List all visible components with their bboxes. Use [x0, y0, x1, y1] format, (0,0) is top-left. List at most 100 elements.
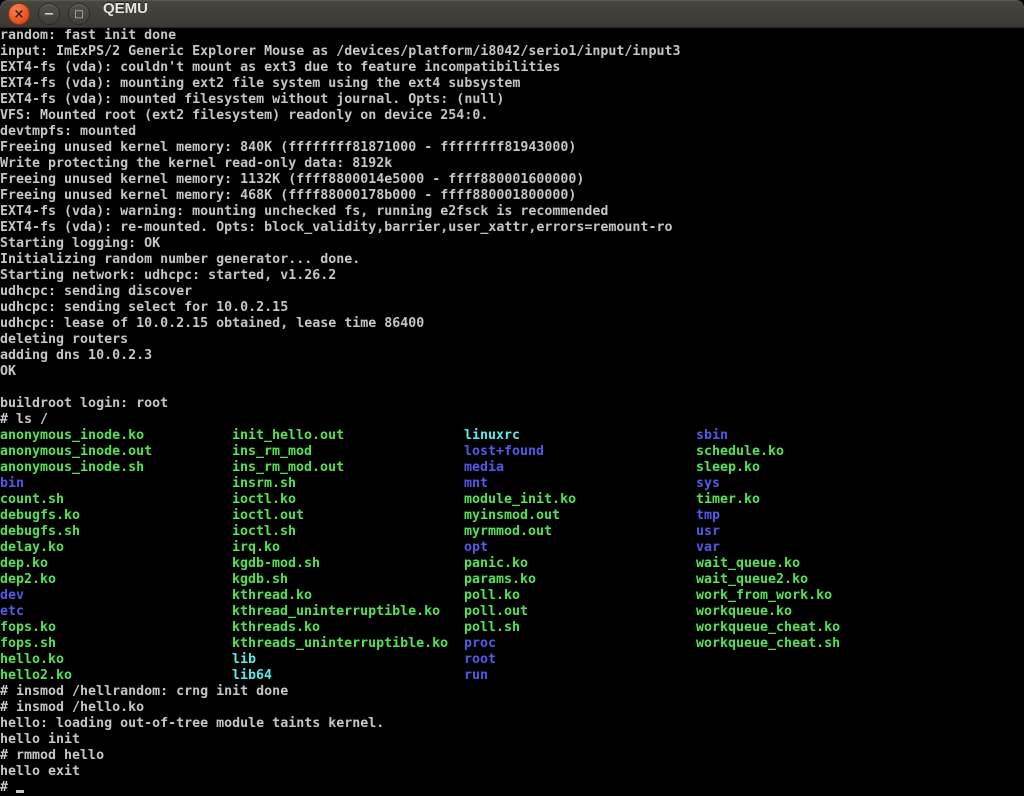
terminal-line: VFS: Mounted root (ext2 filesystem) read… [0, 108, 1024, 124]
ls-row: dep2.kokgdb.shparams.kowait_queue2.ko [0, 572, 1024, 588]
terminal-line: Freeing unused kernel memory: 840K (ffff… [0, 140, 1024, 156]
ls-row: devkthread.kopoll.kowork_from_work.ko [0, 588, 1024, 604]
file-entry: ins_rm_mod [232, 444, 464, 460]
terminal-line: input: ImExPS/2 Generic Explorer Mouse a… [0, 44, 1024, 60]
maximize-icon: □ [74, 9, 83, 20]
terminal-line: EXT4-fs (vda): re-mounted. Opts: block_v… [0, 220, 1024, 236]
terminal-text: EXT4-fs (vda): mounted filesystem withou… [0, 92, 504, 107]
terminal-text: devtmpfs: mounted [0, 124, 136, 139]
file-entry: opt [464, 540, 696, 556]
file-entry: ioctl.out [232, 508, 464, 524]
file-entry: kgdb.sh [232, 572, 464, 588]
ls-row: debugfs.shioctl.shmyrmmod.outusr [0, 524, 1024, 540]
file-entry: ioctl.sh [232, 524, 464, 540]
minimize-button[interactable]: − [38, 3, 60, 25]
file-entry: ins_rm_mod.out [232, 460, 464, 476]
terminal[interactable]: random: fast init doneinput: ImExPS/2 Ge… [0, 28, 1024, 796]
file-entry: dev [0, 588, 232, 604]
file-entry: debugfs.sh [0, 524, 232, 540]
terminal-line: devtmpfs: mounted [0, 124, 1024, 140]
file-entry: wait_queue2.ko [696, 572, 808, 587]
file-entry: proc [464, 636, 696, 652]
terminal-text: EXT4-fs (vda): warning: mounting uncheck… [0, 204, 608, 219]
terminal-line: adding dns 10.0.2.3 [0, 348, 1024, 364]
terminal-text: hello: loading out-of-tree module taints… [0, 716, 384, 731]
terminal-text: hello init [0, 732, 80, 747]
file-entry: lib64 [232, 668, 464, 684]
terminal-text: Freeing unused kernel memory: 840K (ffff… [0, 140, 576, 155]
ls-row: fops.shkthreads_uninterruptible.koprocwo… [0, 636, 1024, 652]
file-entry: dep2.ko [0, 572, 232, 588]
file-entry: kthreads.ko [232, 620, 464, 636]
terminal-text: Starting logging: OK [0, 236, 160, 251]
terminal-line: buildroot login: root [0, 396, 1024, 412]
terminal-text: OK [0, 364, 16, 379]
file-entry: poll.out [464, 604, 696, 620]
terminal-text: buildroot login: root [0, 396, 168, 411]
terminal-line: udhcpc: lease of 10.0.2.15 obtained, lea… [0, 316, 1024, 332]
terminal-line: EXT4-fs (vda): warning: mounting uncheck… [0, 204, 1024, 220]
file-entry: init_hello.out [232, 428, 464, 444]
file-entry: linuxrc [464, 428, 696, 444]
terminal-line: EXT4-fs (vda): mounted filesystem withou… [0, 92, 1024, 108]
terminal-text: # rmmod hello [0, 748, 104, 763]
terminal-line: Freeing unused kernel memory: 1132K (fff… [0, 172, 1024, 188]
file-entry: mnt [464, 476, 696, 492]
file-entry: kgdb-mod.sh [232, 556, 464, 572]
file-entry: media [464, 460, 696, 476]
maximize-button[interactable]: □ [68, 3, 90, 25]
terminal-text: EXT4-fs (vda): re-mounted. Opts: block_v… [0, 220, 672, 235]
terminal-text: udhcpc: lease of 10.0.2.15 obtained, lea… [0, 316, 424, 331]
file-entry: myrmmod.out [464, 524, 696, 540]
terminal-text: deleting routers [0, 332, 128, 347]
ls-row: hello.kolibroot [0, 652, 1024, 668]
ls-row: hello2.kolib64run [0, 668, 1024, 684]
file-entry: anonymous_inode.ko [0, 428, 232, 444]
file-entry: delay.ko [0, 540, 232, 556]
file-entry: work_from_work.ko [696, 588, 832, 603]
file-entry: kthread_uninterruptible.ko [232, 604, 464, 620]
terminal-line: random: fast init done [0, 28, 1024, 44]
file-entry: module_init.ko [464, 492, 696, 508]
file-entry: count.sh [0, 492, 232, 508]
file-entry: irq.ko [232, 540, 464, 556]
terminal-line: EXT4-fs (vda): couldn't mount as ext3 du… [0, 60, 1024, 76]
ls-row: fops.kokthreads.kopoll.shworkqueue_cheat… [0, 620, 1024, 636]
file-entry: dep.ko [0, 556, 232, 572]
file-entry: lost+found [464, 444, 696, 460]
file-entry: sys [696, 476, 720, 491]
file-entry: workqueue_cheat.sh [696, 636, 840, 651]
terminal-text: EXT4-fs (vda): couldn't mount as ext3 du… [0, 60, 560, 75]
file-entry: workqueue.ko [696, 604, 792, 619]
minimize-icon: − [44, 7, 55, 22]
terminal-text: Freeing unused kernel memory: 1132K (fff… [0, 172, 584, 187]
terminal-line: deleting routers [0, 332, 1024, 348]
terminal-text: Freeing unused kernel memory: 468K (ffff… [0, 188, 576, 203]
file-entry: anonymous_inode.out [0, 444, 232, 460]
terminal-text: EXT4-fs (vda): mounting ext2 file system… [0, 76, 520, 91]
terminal-line: # insmod /hellrandom: crng init done [0, 684, 1024, 700]
titlebar[interactable]: × − □ QEMU [0, 0, 1024, 28]
file-entry: etc [0, 604, 232, 620]
terminal-line: # [0, 780, 1024, 796]
file-entry: workqueue_cheat.ko [696, 620, 840, 635]
file-entry: insrm.sh [232, 476, 464, 492]
terminal-text: random: fast init done [0, 28, 176, 43]
file-entry: var [696, 540, 720, 555]
terminal-line: hello init [0, 732, 1024, 748]
terminal-line: Starting network: udhcpc: started, v1.26… [0, 268, 1024, 284]
qemu-window: × − □ QEMU random: fast init doneinput: … [0, 0, 1024, 796]
terminal-line: OK [0, 364, 1024, 380]
file-entry: usr [696, 524, 720, 539]
file-entry: debugfs.ko [0, 508, 232, 524]
file-entry: poll.ko [464, 588, 696, 604]
close-button[interactable]: × [8, 3, 30, 25]
terminal-text: # insmod /hellrandom: crng init done [0, 684, 288, 699]
terminal-cursor [16, 790, 24, 793]
file-entry: ioctl.ko [232, 492, 464, 508]
file-entry: schedule.ko [696, 444, 784, 459]
file-entry: sleep.ko [696, 460, 760, 475]
ls-row: anonymous_inode.outins_rm_modlost+founds… [0, 444, 1024, 460]
terminal-line: udhcpc: sending select for 10.0.2.15 [0, 300, 1024, 316]
ls-row: etckthread_uninterruptible.kopoll.outwor… [0, 604, 1024, 620]
